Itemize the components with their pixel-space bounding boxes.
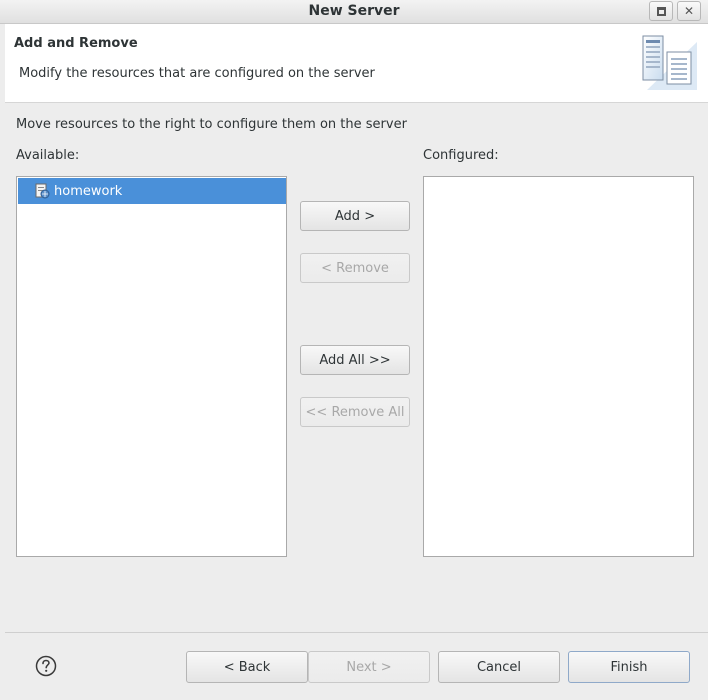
close-button[interactable]: ✕ <box>677 1 701 21</box>
configured-list[interactable] <box>423 176 694 557</box>
help-icon[interactable] <box>35 655 57 677</box>
add-all-button[interactable]: Add All >> <box>300 345 410 375</box>
title-bar: New Server ✕ <box>0 0 708 24</box>
back-button[interactable]: < Back <box>186 651 308 683</box>
available-list[interactable]: homework <box>16 176 287 557</box>
list-item[interactable]: homework <box>18 178 286 204</box>
finish-button[interactable]: Finish <box>568 651 690 683</box>
next-button[interactable]: Next > <box>308 651 430 683</box>
window-title: New Server <box>308 3 400 19</box>
server-wizard-icon <box>642 35 697 90</box>
maximize-icon <box>656 6 666 16</box>
web-project-icon <box>35 183 50 199</box>
page-title: Add and Remove <box>14 36 138 51</box>
footer-separator <box>5 632 708 633</box>
available-label: Available: <box>16 148 80 163</box>
list-item-label: homework <box>54 183 123 199</box>
page-description: Modify the resources that are configured… <box>19 66 375 81</box>
remove-all-button[interactable]: << Remove All <box>300 397 410 427</box>
maximize-button[interactable] <box>649 1 673 21</box>
cancel-button[interactable]: Cancel <box>438 651 560 683</box>
configured-label: Configured: <box>423 148 499 163</box>
close-icon: ✕ <box>683 4 695 18</box>
remove-button[interactable]: < Remove <box>300 253 410 283</box>
instruction-text: Move resources to the right to configure… <box>16 117 407 132</box>
wizard-header: Add and Remove Modify the resources that… <box>5 24 708 103</box>
add-button[interactable]: Add > <box>300 201 410 231</box>
